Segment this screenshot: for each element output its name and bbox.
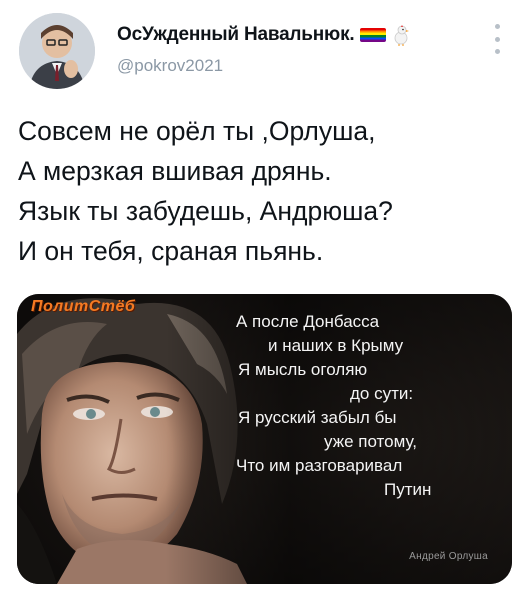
- poem-line: Что им разговаривал: [236, 456, 403, 475]
- poem-line: А после Донбасса: [236, 312, 380, 331]
- tweet-text-line: А мерзкая вшивая дрянь.: [18, 156, 332, 186]
- avatar-image: [19, 13, 95, 89]
- author-display-name[interactable]: ОсУжденный Навальнюк.: [117, 24, 355, 46]
- tweet-text-line: Язык ты забудешь, Андрюша?: [18, 196, 393, 226]
- tweet-text: Совсем не орёл ты ,Орлуша, А мерзкая вши…: [18, 111, 518, 271]
- tweet-header: ОсУжденный Навальнюк. @pokrov2021: [0, 0, 528, 100]
- avatar[interactable]: [19, 13, 95, 89]
- tweet-media-image[interactable]: ПолитСтёб А после Донбасса и наших в Кры…: [17, 294, 512, 584]
- tweet-text-line: И он тебя, сраная пьянь.: [18, 236, 324, 266]
- poem-line: Я мысль оголяю: [238, 360, 368, 379]
- poem-line: и наших в Крыму: [268, 336, 404, 355]
- poem-overlay: А после Донбасса и наших в Крыму Я мысль…: [196, 310, 476, 502]
- rainbow-flag-icon: [360, 28, 387, 42]
- poem-line: Я русский забыл бы: [238, 408, 397, 427]
- poem-line: Путин: [384, 480, 432, 499]
- more-vertical-icon[interactable]: [489, 24, 505, 54]
- tweet-text-line: Совсем не орёл ты ,Орлуша,: [18, 116, 376, 146]
- signature-watermark: Андрей Орлуша: [409, 551, 488, 562]
- chick-icon: [395, 25, 410, 46]
- watermark-logo: ПолитСтёб: [31, 298, 136, 315]
- poem-line: до сути:: [350, 384, 414, 403]
- poem-line: уже потому,: [324, 432, 417, 451]
- author-handle[interactable]: @pokrov2021: [117, 56, 223, 76]
- author-name-row: ОсУжденный Навальнюк.: [117, 24, 410, 46]
